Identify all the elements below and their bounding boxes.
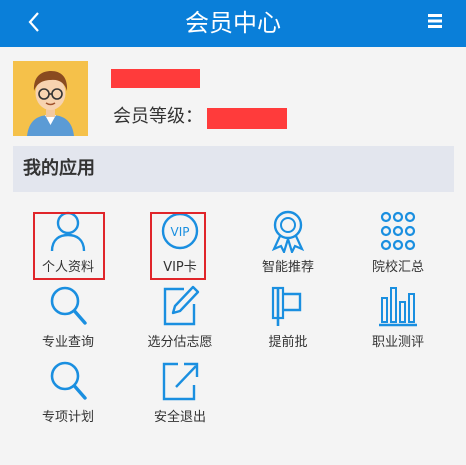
menu-button[interactable]	[426, 12, 444, 30]
app-item-special-plan[interactable]: 专项计划	[13, 355, 123, 429]
app-item-recommend[interactable]: 智能推荐	[233, 205, 343, 279]
app-item-colleges[interactable]: 院校汇总	[343, 205, 453, 279]
grid-dots-icon	[380, 211, 416, 251]
app-label: 院校汇总	[371, 260, 424, 275]
section-header: 我的应用	[13, 146, 454, 192]
app-label: 提前批	[268, 335, 308, 350]
app-item-career-test[interactable]: 职业测评	[343, 280, 453, 354]
member-level-label: 会员等级：	[113, 106, 203, 127]
app-item-logout[interactable]: 安全退出	[125, 355, 235, 429]
app-item-early-batch[interactable]: 提前批	[233, 280, 343, 354]
profile-panel: 会员等级：	[0, 47, 466, 145]
app-label: 安全退出	[153, 410, 206, 425]
flag-icon	[271, 286, 302, 326]
highlight-box	[150, 212, 206, 280]
exit-icon	[162, 362, 199, 401]
edit-icon	[163, 285, 200, 326]
app-header: 会员中心	[0, 0, 466, 47]
highlight-box	[33, 212, 105, 280]
page-title: 会员中心	[185, 9, 281, 37]
menu-icon	[428, 14, 442, 28]
app-item-major-search[interactable]: 专业查询	[13, 280, 123, 354]
username-redaction	[111, 69, 200, 88]
app-label: 职业测评	[371, 335, 424, 350]
bar-chart-icon	[379, 287, 417, 327]
section-title: 我的应用	[23, 158, 95, 179]
app-label: 专项计划	[41, 410, 94, 425]
award-icon	[271, 210, 305, 253]
member-level-redaction	[207, 108, 287, 129]
app-item-volunteer-estimate[interactable]: 选分估志愿	[125, 280, 235, 354]
search-icon	[50, 361, 87, 400]
app-label: 专业查询	[41, 335, 94, 350]
avatar-illustration	[13, 61, 88, 136]
app-label: 选分估志愿	[147, 335, 213, 350]
app-label: 智能推荐	[261, 260, 314, 275]
search-icon	[50, 286, 87, 325]
avatar[interactable]	[13, 61, 88, 136]
